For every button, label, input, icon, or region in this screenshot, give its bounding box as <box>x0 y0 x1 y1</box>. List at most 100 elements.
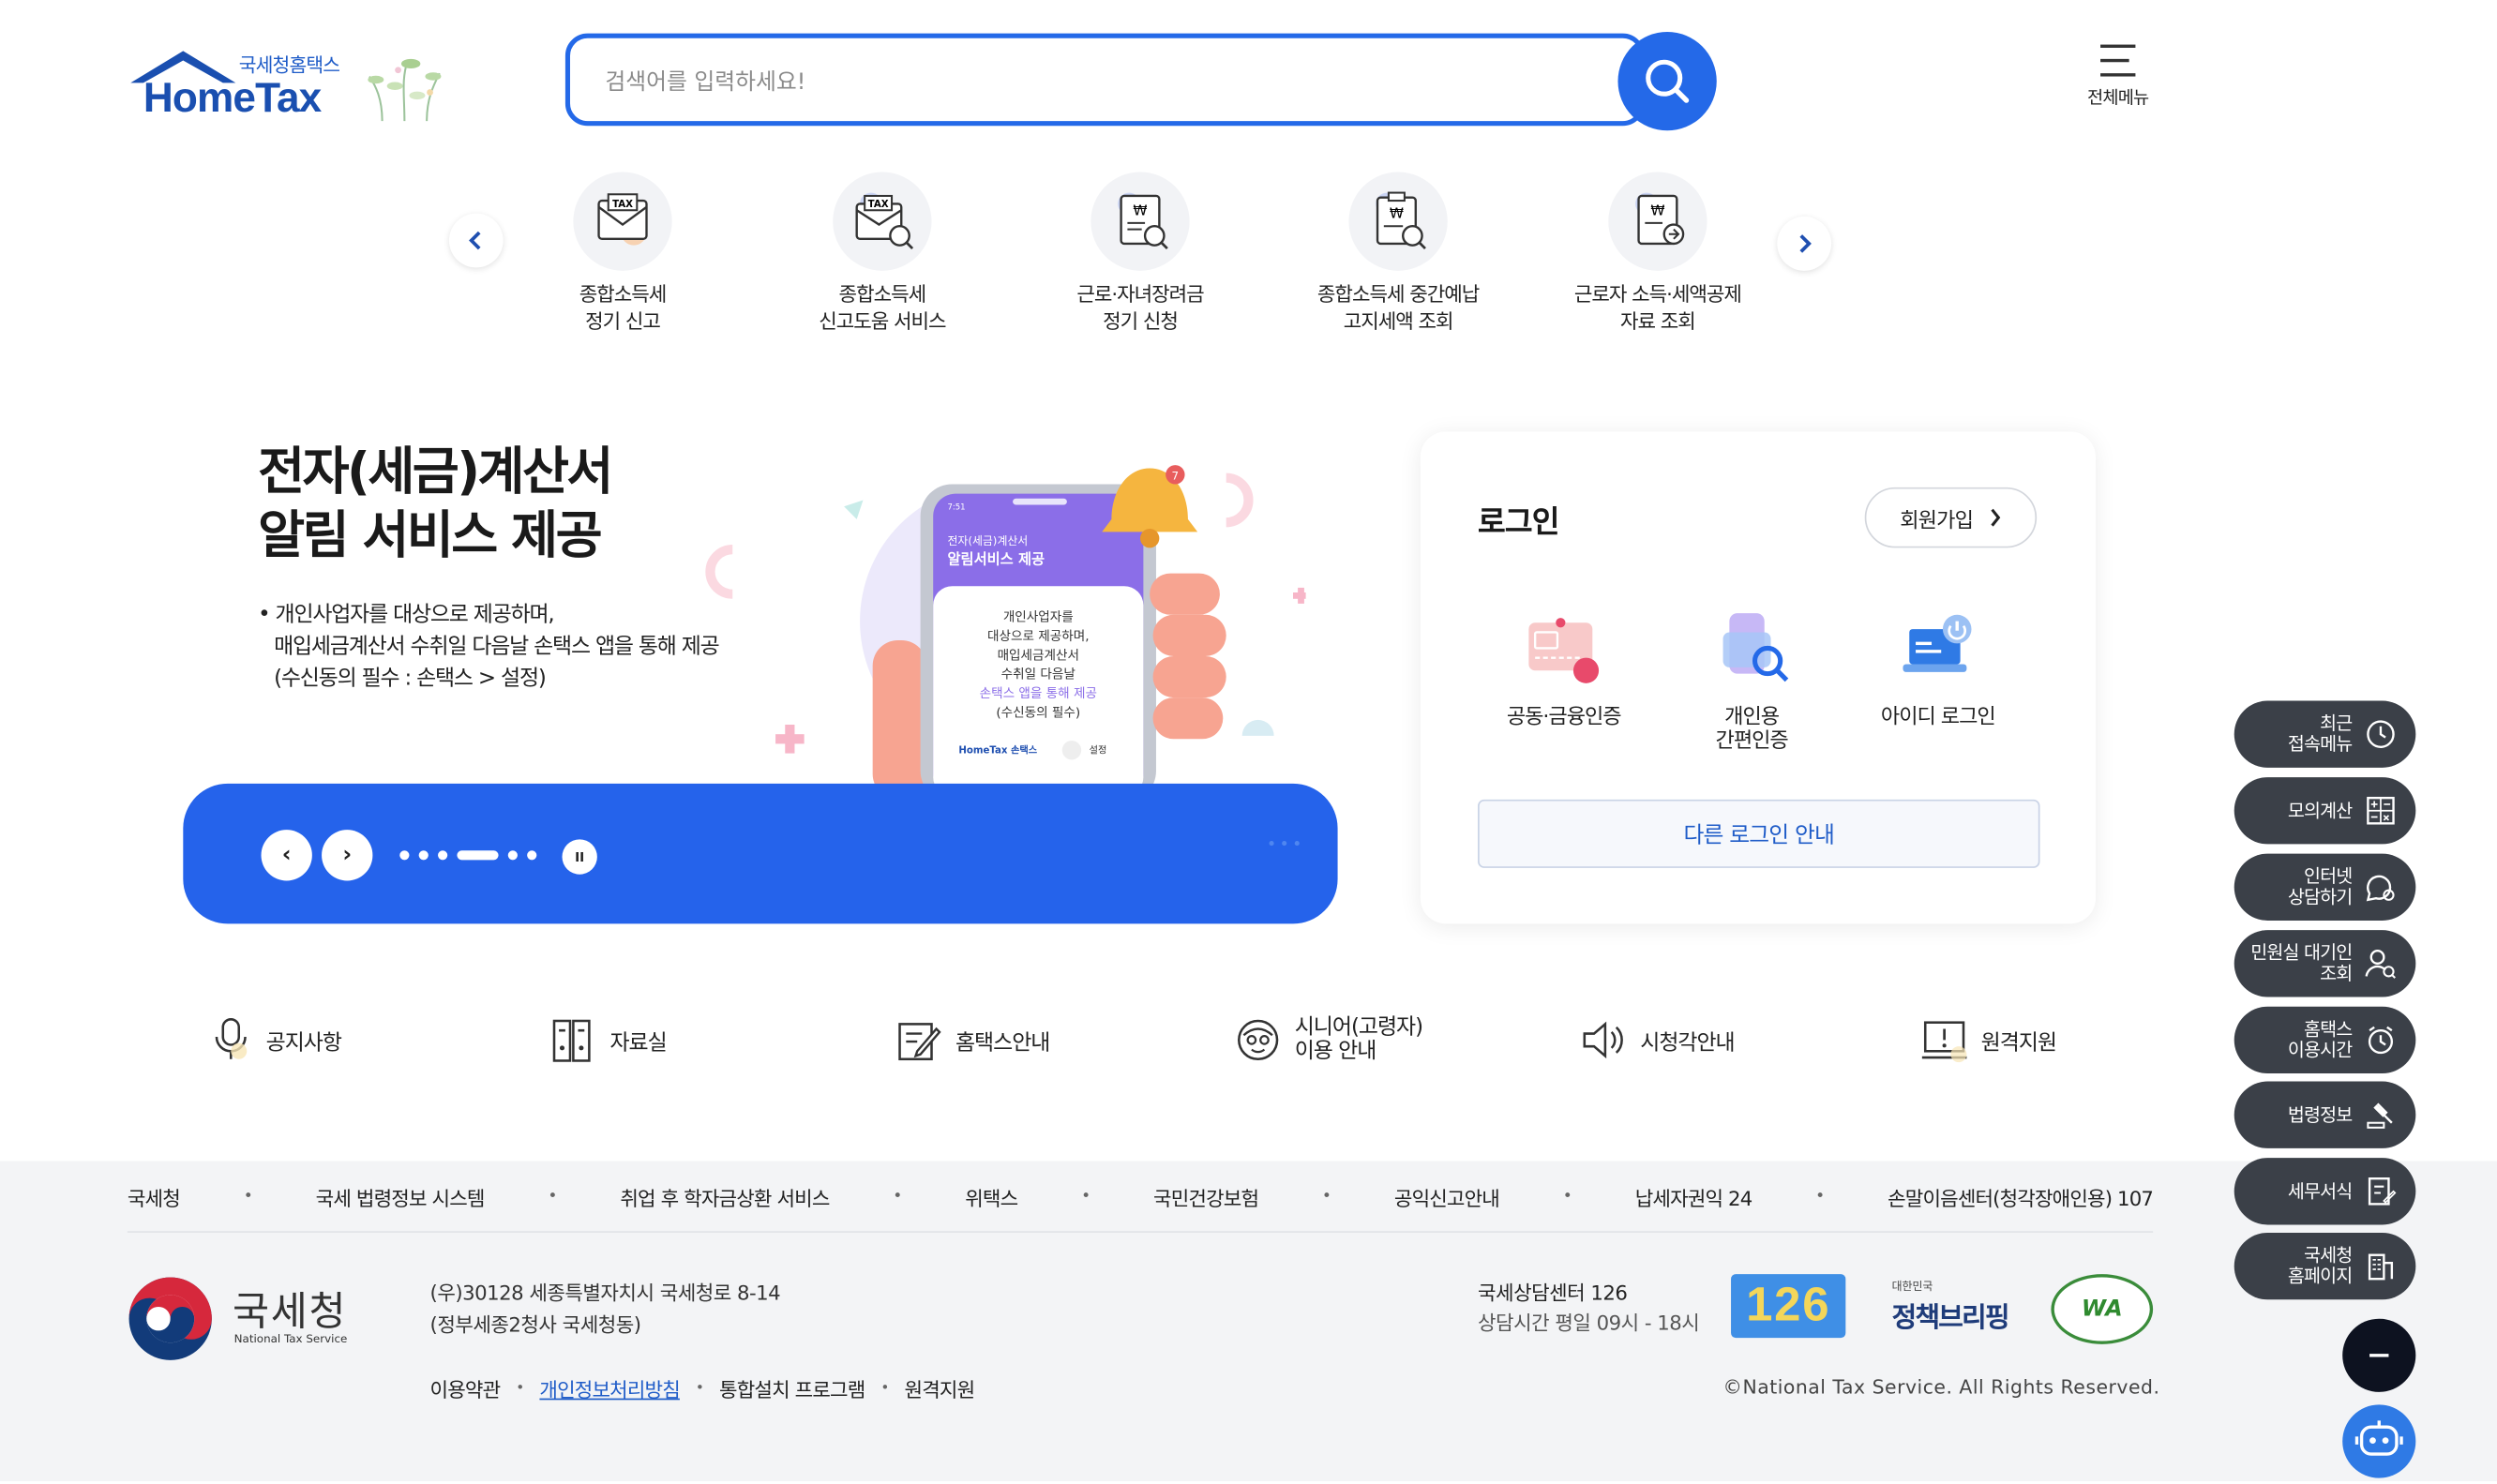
phone-body3: 매입세금계산서 <box>998 648 1079 663</box>
footer-link[interactable]: 손말이음센터(청각장애인용) 107 <box>1888 1181 2154 1211</box>
search-box[interactable] <box>564 33 1646 127</box>
quick-service-item[interactable]: TAX 종합소득세 정기 신고 <box>511 172 734 334</box>
banner-dot[interactable] <box>527 850 537 861</box>
hometax-logo[interactable]: 국세청홈택스 HomeTax <box>128 45 446 127</box>
banner-pagination <box>399 850 537 861</box>
privacy-policy-link[interactable]: 개인정보처리방침 <box>539 1372 680 1402</box>
quick-service-line2: 자료 조회 <box>1620 308 1696 334</box>
side-simulation-button[interactable]: 모의계산 <box>2234 777 2416 845</box>
phone-body1: 개인사업자를 <box>1003 610 1074 625</box>
nts-logo[interactable]: 국세청 National Tax Service <box>128 1274 383 1363</box>
won-clipboard-search-icon: ₩ <box>1348 172 1448 271</box>
chevron-left-icon: ‹ <box>281 842 292 868</box>
hamburger-icon <box>2078 44 2158 77</box>
other-login-guide-button[interactable]: 다른 로그인 안내 <box>1478 799 2040 868</box>
side-forms-button[interactable]: 세무서식 <box>2234 1158 2416 1225</box>
footer-link[interactable]: 국세청 <box>128 1181 181 1211</box>
remote-support-footer-link[interactable]: 원격지원 <box>905 1372 976 1402</box>
side-nts-homepage-button[interactable]: 국세청 홈페이지 <box>2234 1232 2416 1300</box>
quick-service-line2: 신고도움 서비스 <box>819 308 946 334</box>
senior-guide-label: 시니어(고령자) 이용 안내 <box>1294 1014 1423 1064</box>
chat-icon <box>2366 875 2395 902</box>
side-recent-menu-button[interactable]: 최근 접속메뉴 <box>2234 700 2416 768</box>
terms-link[interactable]: 이용약관 <box>430 1372 502 1402</box>
banner-dot[interactable] <box>418 850 429 861</box>
simple-auth-login-option[interactable]: 개인용 간편인증 <box>1664 607 1840 754</box>
quick-service-item[interactable]: ₩ 종합소득세 중간예납 고지세액 조회 <box>1286 172 1510 334</box>
calculator-icon <box>2367 796 2395 825</box>
separator-dot: • <box>548 1187 557 1206</box>
banner-control-bar: ‹ › II <box>183 783 1338 924</box>
banner-prev-button[interactable]: ‹ <box>261 830 312 881</box>
side-consult-button[interactable]: 인터넷 상담하기 <box>2234 853 2416 921</box>
quick-service-item[interactable]: TAX 종합소득세 신고도움 서비스 <box>771 172 994 334</box>
building-icon <box>2368 1253 2394 1281</box>
plant-decoration-icon <box>368 58 442 122</box>
clock-icon <box>2367 720 2395 748</box>
quick-service-line1: 근로자 소득·세액공제 <box>1573 281 1742 307</box>
footer-link[interactable]: 취업 후 학자금상환 서비스 <box>620 1181 830 1211</box>
all-menu-button[interactable]: 전체메뉴 <box>2078 44 2158 122</box>
install-program-link[interactable]: 통합설치 프로그램 <box>719 1372 865 1402</box>
side-nts-homepage-label: 국세청 홈페이지 <box>2287 1243 2353 1287</box>
policy-briefing-logo[interactable]: 대한민국 정책브리핑 <box>1892 1279 2026 1336</box>
svg-text:7: 7 <box>1172 469 1180 482</box>
hometax-guide-label: 홈택스안내 <box>955 1030 1050 1057</box>
quick-service-line2: 고지세액 조회 <box>1343 308 1454 334</box>
phone-time: 7:51 <box>947 503 965 513</box>
quick-service-item[interactable]: ₩ 근로·자녀장려금 정기 신청 <box>1029 172 1252 334</box>
certificate-login-option[interactable]: 공동·금융인증 <box>1476 607 1651 729</box>
collapse-side-menu-button[interactable] <box>2342 1318 2416 1392</box>
quick-service-prev-button[interactable] <box>448 213 504 268</box>
web-accessibility-mark[interactable]: WA <box>2051 1274 2154 1344</box>
senior-guide-link[interactable]: 시니어(고령자) 이용 안내 <box>1234 1014 1423 1064</box>
quick-service-next-button[interactable] <box>1777 217 1832 271</box>
footer-link[interactable]: 위택스 <box>965 1181 1018 1211</box>
simple-auth-label-line1: 개인용 <box>1724 705 1780 730</box>
policy-briefing-text: 정책브리핑 <box>1891 1302 2010 1335</box>
side-recent-menu-label: 최근 접속메뉴 <box>2287 712 2353 756</box>
footer-link[interactable]: 납세자권익 24 <box>1635 1181 1752 1211</box>
badge-126-logo[interactable]: 126 <box>1731 1274 1846 1339</box>
address-line1: (우)30128 세종특별자치시 국세청로 8-14 <box>429 1280 781 1305</box>
archive-binders-icon <box>552 1019 591 1062</box>
phone-body2: 대상으로 제공하며, <box>987 629 1090 644</box>
phone-head2: 알림서비스 제공 <box>947 550 1045 567</box>
side-hours-button[interactable]: 홈택스 이용시간 <box>2234 1006 2416 1074</box>
hometax-guide-link[interactable]: 홈택스안내 <box>895 1016 1050 1064</box>
archive-link[interactable]: 자료실 <box>549 1016 668 1064</box>
quick-service-line1: 근로·자녀장려금 <box>1076 281 1204 307</box>
footer-link[interactable]: 국민건강보험 <box>1153 1181 1259 1211</box>
remote-support-link[interactable]: 원격지원 <box>1920 1016 2057 1064</box>
banner-title[interactable]: 전자(세금)계산서 알림 서비스 제공 <box>258 440 613 567</box>
side-waiting-button[interactable]: 민원실 대기인 조회 <box>2234 930 2416 997</box>
side-simulation-label: 모의계산 <box>2287 798 2353 821</box>
id-login-option[interactable]: 아이디 로그인 <box>1850 607 2025 729</box>
separator-dot: • <box>516 1380 524 1397</box>
audiovisual-guide-link[interactable]: 시청각안내 <box>1580 1016 1736 1064</box>
footer-link[interactable]: 공익신고안내 <box>1394 1181 1500 1211</box>
chatbot-button[interactable] <box>2342 1404 2416 1478</box>
phone-notification-illustration: 7:51 전자(세금)계산서 알림서비스 제공 개인사업자를 대상으로 제공하며… <box>705 465 1306 788</box>
side-forms-label: 세무서식 <box>2287 1179 2353 1202</box>
banner-dot[interactable] <box>507 850 518 861</box>
badge-126-text: 126 <box>1746 1279 1831 1332</box>
svg-text:₩: ₩ <box>1133 202 1147 218</box>
banner-dot[interactable] <box>399 850 410 861</box>
phone-footer-brand: HomeTax 손택스 <box>958 744 1037 757</box>
banner-dot-active[interactable] <box>457 850 499 861</box>
notice-link[interactable]: 공지사항 <box>208 1016 342 1064</box>
quick-service-item[interactable]: ₩ 근로자 소득·세액공제 자료 조회 <box>1546 172 1769 334</box>
banner-next-button[interactable]: › <box>322 830 373 881</box>
tax-envelope-icon: TAX <box>573 172 672 271</box>
side-law-button[interactable]: 법령정보 <box>2234 1081 2416 1148</box>
banner-title-line2: 알림 서비스 제공 <box>258 504 602 566</box>
login-title: 로그인 <box>1478 504 1559 540</box>
banner-dot[interactable] <box>438 850 448 861</box>
minus-icon <box>2369 1354 2389 1357</box>
sign-up-button[interactable]: 회원가입 <box>1864 487 2038 548</box>
search-button[interactable] <box>1617 31 1717 131</box>
search-input[interactable] <box>601 63 1564 102</box>
footer-link[interactable]: 국세 법령정보 시스템 <box>316 1181 486 1211</box>
banner-pause-button[interactable]: II <box>562 839 597 875</box>
